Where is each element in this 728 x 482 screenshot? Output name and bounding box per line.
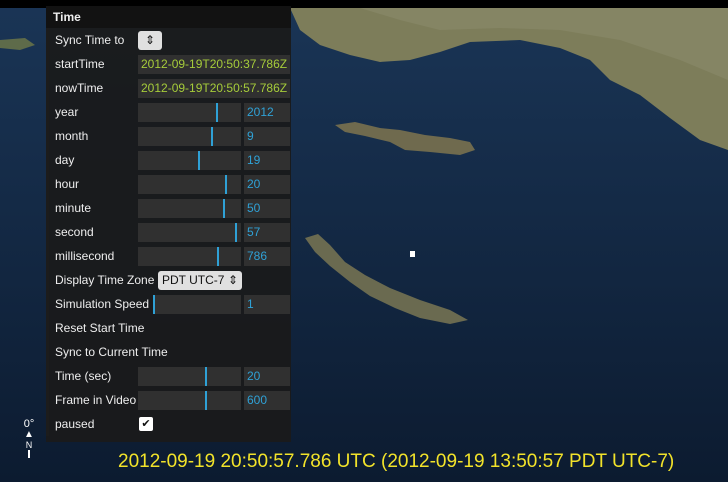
minute-label: minute	[55, 201, 92, 215]
time-zone-value: PDT UTC-7	[162, 273, 225, 287]
simulation-speed-value[interactable]: 1	[244, 295, 290, 314]
display-time-zone-row: Display Time Zone PDT UTC-7 ⇕	[46, 268, 294, 292]
slider-knob[interactable]	[204, 367, 207, 386]
reset-start-time-row[interactable]: Reset Start Time	[46, 316, 294, 340]
slider-knob[interactable]	[210, 127, 213, 146]
now-time-input[interactable]: 2012-09-19T20:50:57.786Z	[138, 79, 290, 98]
simulation-speed-label: Simulation Speed	[55, 297, 150, 311]
month-value[interactable]: 9	[244, 127, 290, 146]
checkmark-icon: ✔	[141, 418, 151, 430]
start-time-input[interactable]: 2012-09-19T20:50:37.786Z	[138, 55, 290, 74]
slider-knob[interactable]	[234, 223, 237, 242]
millisecond-slider[interactable]	[138, 247, 241, 266]
start-time-row: startTime 2012-09-19T20:50:37.786Z	[46, 52, 294, 76]
reset-start-time-button[interactable]: Reset Start Time	[55, 316, 144, 340]
frame-in-video-value[interactable]: 600	[244, 391, 290, 410]
slider-knob[interactable]	[224, 175, 227, 194]
slider-knob[interactable]	[153, 295, 155, 314]
sync-time-label: Sync Time to	[55, 33, 125, 47]
paused-row: paused ✔	[46, 412, 294, 436]
hour-value[interactable]: 20	[244, 175, 290, 194]
frame-in-video-label: Frame in Video	[55, 393, 137, 407]
second-slider[interactable]	[138, 223, 241, 242]
time-sec-row: Time (sec) 20	[46, 364, 294, 388]
sync-time-select[interactable]: ⇕	[138, 31, 162, 50]
minute-value[interactable]: 50	[244, 199, 290, 218]
slider-knob[interactable]	[197, 151, 200, 170]
sync-current-time-row[interactable]: Sync to Current Time	[46, 340, 294, 364]
panel-title[interactable]: Time	[46, 6, 291, 28]
second-value[interactable]: 57	[244, 223, 290, 242]
compass[interactable]: 0° ▲ N	[20, 418, 38, 458]
second-label: second	[55, 225, 94, 239]
hour-row: hour 20	[46, 172, 294, 196]
hour-label: hour	[55, 177, 80, 191]
millisecond-value[interactable]: 786	[244, 247, 290, 266]
month-slider[interactable]	[138, 127, 241, 146]
now-time-row: nowTime 2012-09-19T20:50:57.786Z	[46, 76, 294, 100]
hour-slider[interactable]	[138, 175, 241, 194]
chevron-updown-icon: ⇕	[227, 273, 238, 287]
millisecond-row: millisecond 786	[46, 244, 294, 268]
day-value[interactable]: 19	[244, 151, 290, 170]
month-row: month 9	[46, 124, 294, 148]
year-label: year	[55, 105, 79, 119]
compass-tail	[28, 450, 30, 458]
day-slider[interactable]	[138, 151, 241, 170]
north-arrow-icon: ▲	[24, 429, 34, 440]
compass-north-label: N	[25, 440, 33, 450]
sync-time-row: Sync Time to ⇕	[46, 28, 294, 52]
frame-in-video-slider[interactable]	[138, 391, 241, 410]
start-time-label: startTime	[55, 57, 105, 71]
minute-slider[interactable]	[138, 199, 241, 218]
day-label: day	[55, 153, 75, 167]
slider-knob[interactable]	[215, 103, 218, 122]
year-value[interactable]: 2012	[244, 103, 290, 122]
display-time-zone-select[interactable]: PDT UTC-7 ⇕	[158, 271, 242, 290]
time-sec-slider[interactable]	[138, 367, 241, 386]
simulation-speed-row: Simulation Speed 1	[46, 292, 294, 316]
simulation-speed-slider[interactable]	[153, 295, 241, 314]
sync-current-time-button[interactable]: Sync to Current Time	[55, 340, 168, 364]
time-sec-value[interactable]: 20	[244, 367, 290, 386]
display-time-zone-label: Display Time Zone	[55, 273, 155, 287]
chevron-updown-icon: ⇕	[144, 33, 156, 47]
second-row: second 57	[46, 220, 294, 244]
now-time-label: nowTime	[55, 81, 104, 95]
paused-checkbox[interactable]: ✔	[139, 417, 153, 431]
slider-knob[interactable]	[204, 391, 207, 410]
time-panel: Time Sync Time to ⇕ startTime 2012-09-19…	[46, 6, 291, 442]
year-row: year 2012	[46, 100, 294, 124]
day-row: day 19	[46, 148, 294, 172]
year-slider[interactable]	[138, 103, 241, 122]
paused-label: paused	[55, 417, 95, 431]
millisecond-label: millisecond	[55, 249, 115, 263]
month-label: month	[55, 129, 89, 143]
time-sec-label: Time (sec)	[55, 369, 112, 383]
minute-row: minute 50	[46, 196, 294, 220]
slider-knob[interactable]	[216, 247, 219, 266]
slider-knob[interactable]	[222, 199, 225, 218]
frame-in-video-row: Frame in Video 600	[46, 388, 294, 412]
status-time-readout: 2012-09-19 20:50:57.786 UTC (2012-09-19 …	[118, 451, 675, 472]
